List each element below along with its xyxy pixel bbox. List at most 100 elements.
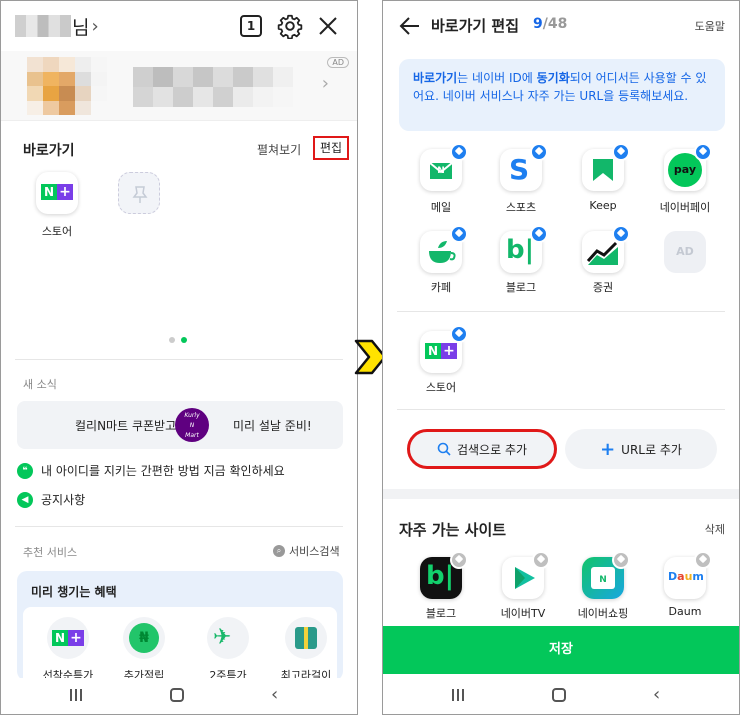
naver-shopping-icon[interactable]: N [582, 551, 630, 599]
news-item-text: 공지사항 [41, 493, 86, 507]
quote-icon: ❝ [17, 462, 33, 479]
page-dot-active[interactable] [181, 337, 187, 343]
user-name-link[interactable]: 님 › [15, 13, 99, 39]
divider [397, 311, 725, 312]
pin-badge-icon[interactable] [612, 143, 630, 161]
airplane-icon[interactable]: ✈ [207, 617, 249, 659]
expand-shortcuts-link[interactable]: 펼쳐보기 [257, 141, 301, 158]
section-divider [383, 489, 739, 499]
app-label: 블로그 [425, 607, 457, 620]
benefit-card: 미리 챙기는 혜택 N + 선착순특가 ₦ 추가적립 ✈ 2주특가 최고라걸이 [17, 571, 343, 682]
shortcut-counter: 9/48 [533, 16, 567, 32]
cafe-icon[interactable] [420, 225, 468, 273]
news-item-id-security[interactable]: ❝ 내 아이디를 지키는 간편한 방법 지금 확인하세요 [17, 462, 285, 479]
delete-link[interactable]: 삭제 [705, 521, 725, 537]
page-title: 바로가기 편집 [431, 17, 520, 35]
kurly-nmart-logo: Kurly N Mart [175, 408, 209, 442]
ad-banner[interactable]: AD › [1, 51, 357, 121]
recent-apps-icon[interactable] [70, 689, 82, 701]
app-label: 네이버페이 [659, 201, 711, 214]
pin-badge-icon[interactable] [450, 143, 468, 161]
daum-icon[interactable]: Daum [664, 551, 712, 599]
app-label: 카페 [430, 281, 452, 294]
blurred-user-name [15, 15, 71, 37]
app-label: Daum [668, 605, 702, 618]
user-name-suffix: 님 [72, 16, 90, 39]
search-icon: ⌕ [273, 545, 285, 557]
naver-tv-icon[interactable] [502, 551, 550, 599]
add-shortcut-slot[interactable] [118, 172, 160, 214]
gear-icon[interactable] [277, 13, 303, 39]
news-item-notice[interactable]: ◀ 공지사항 [17, 491, 85, 508]
recommend-section-title: 추천 서비스 [23, 546, 78, 559]
blog-icon[interactable]: b| [420, 551, 468, 599]
save-button[interactable]: 저장 [383, 626, 739, 674]
kurly-promo-banner[interactable]: 컬리N마트 쿠폰받고 Kurly N Mart 미리 설날 준비! [17, 401, 343, 449]
shortcut-count: 9 [533, 16, 543, 32]
back-icon[interactable]: ‹ [653, 684, 660, 705]
divider [15, 359, 343, 360]
shortcut-label: 스토어 [41, 225, 73, 238]
highlight-ellipse [407, 429, 557, 469]
page-indicator [169, 337, 187, 343]
header: 바로가기 편집 9/48 도움말 [383, 1, 739, 51]
home-icon[interactable] [170, 688, 184, 702]
app-label: 네이버쇼핑 [577, 607, 629, 620]
top-bar: 님 › 1 [1, 1, 357, 51]
android-nav-bar: ‹ [383, 678, 739, 714]
pin-badge-icon[interactable] [450, 325, 468, 343]
add-by-url-button[interactable]: + URL로 추가 [565, 429, 717, 469]
tab-count-icon[interactable]: 1 [240, 15, 262, 37]
pin-badge-icon[interactable] [530, 143, 548, 161]
pin-badge-icon[interactable] [612, 225, 630, 243]
app-label: 네이버TV [500, 607, 546, 620]
benefit-title: 미리 챙기는 혜택 [31, 585, 117, 599]
edit-shortcuts-button[interactable]: 편집 [313, 136, 349, 160]
sports-icon[interactable]: S [500, 143, 548, 191]
stock-icon[interactable] [582, 225, 630, 273]
benefit-items: N + 선착순특가 ₦ 추가적립 ✈ 2주특가 최고라걸이 [23, 607, 337, 682]
pin-icon [132, 186, 148, 203]
news-section-title: 새 소식 [23, 378, 57, 391]
info-keyword: 동기화 [536, 71, 570, 85]
pin-badge-icon[interactable] [450, 551, 468, 569]
naver-plus-store-icon[interactable]: N + [420, 325, 468, 373]
shortcut-edit-screen: 바로가기 편집 9/48 도움말 바로가기는 네이버 ID에 동기화되어 어디서… [382, 0, 740, 715]
pin-badge-icon[interactable] [450, 225, 468, 243]
close-icon[interactable] [317, 15, 339, 37]
app-label: 스토어 [425, 381, 457, 394]
mail-icon[interactable]: N [420, 143, 468, 191]
chevron-right-icon: › [91, 15, 99, 37]
naver-pay-icon[interactable]: pay [664, 143, 712, 191]
naver-plus-store-icon[interactable]: N + [36, 172, 78, 214]
help-link[interactable]: 도움말 [695, 18, 725, 34]
app-label: 증권 [592, 281, 614, 294]
reward-coin-icon[interactable]: ₦ [123, 617, 165, 659]
recent-apps-icon[interactable] [452, 689, 464, 701]
pin-badge-icon[interactable] [532, 551, 550, 569]
pin-badge-icon[interactable] [694, 143, 712, 161]
keep-icon[interactable] [582, 143, 630, 191]
back-icon[interactable]: ‹ [271, 684, 278, 705]
ad-badge: AD [327, 57, 349, 68]
info-keyword: 바로가기 [413, 71, 458, 85]
news-item-text: 내 아이디를 지키는 간편한 방법 지금 확인하세요 [41, 464, 285, 478]
blog-icon[interactable]: b| [500, 225, 548, 273]
ad-slot: AD [664, 231, 706, 273]
android-nav-bar: ‹ [1, 678, 357, 714]
page-dot[interactable] [169, 337, 175, 343]
pin-badge-icon[interactable] [694, 551, 712, 569]
gift-box-icon[interactable] [285, 617, 327, 659]
naver-app-home-screen: 님 › 1 AD › 바로가기 펼쳐보기 편집 N + 스토어 새 소식 컬리N… [0, 0, 358, 715]
megaphone-icon: ◀ [17, 491, 33, 508]
banner-text-left: 컬리N마트 쿠폰받고 [75, 419, 177, 433]
pin-badge-icon[interactable] [530, 225, 548, 243]
home-icon[interactable] [552, 688, 566, 702]
back-arrow-icon[interactable] [399, 15, 421, 37]
info-box: 바로가기는 네이버 ID에 동기화되어 어디서든 사용할 수 있어요. 네이버 … [399, 59, 725, 131]
pin-badge-icon[interactable] [612, 551, 630, 569]
app-label: 메일 [430, 201, 452, 214]
naver-plus-store-icon[interactable]: N + [47, 617, 89, 659]
service-search-link[interactable]: ⌕ 서비스검색 [273, 543, 340, 559]
shortcut-total: /48 [542, 16, 568, 32]
